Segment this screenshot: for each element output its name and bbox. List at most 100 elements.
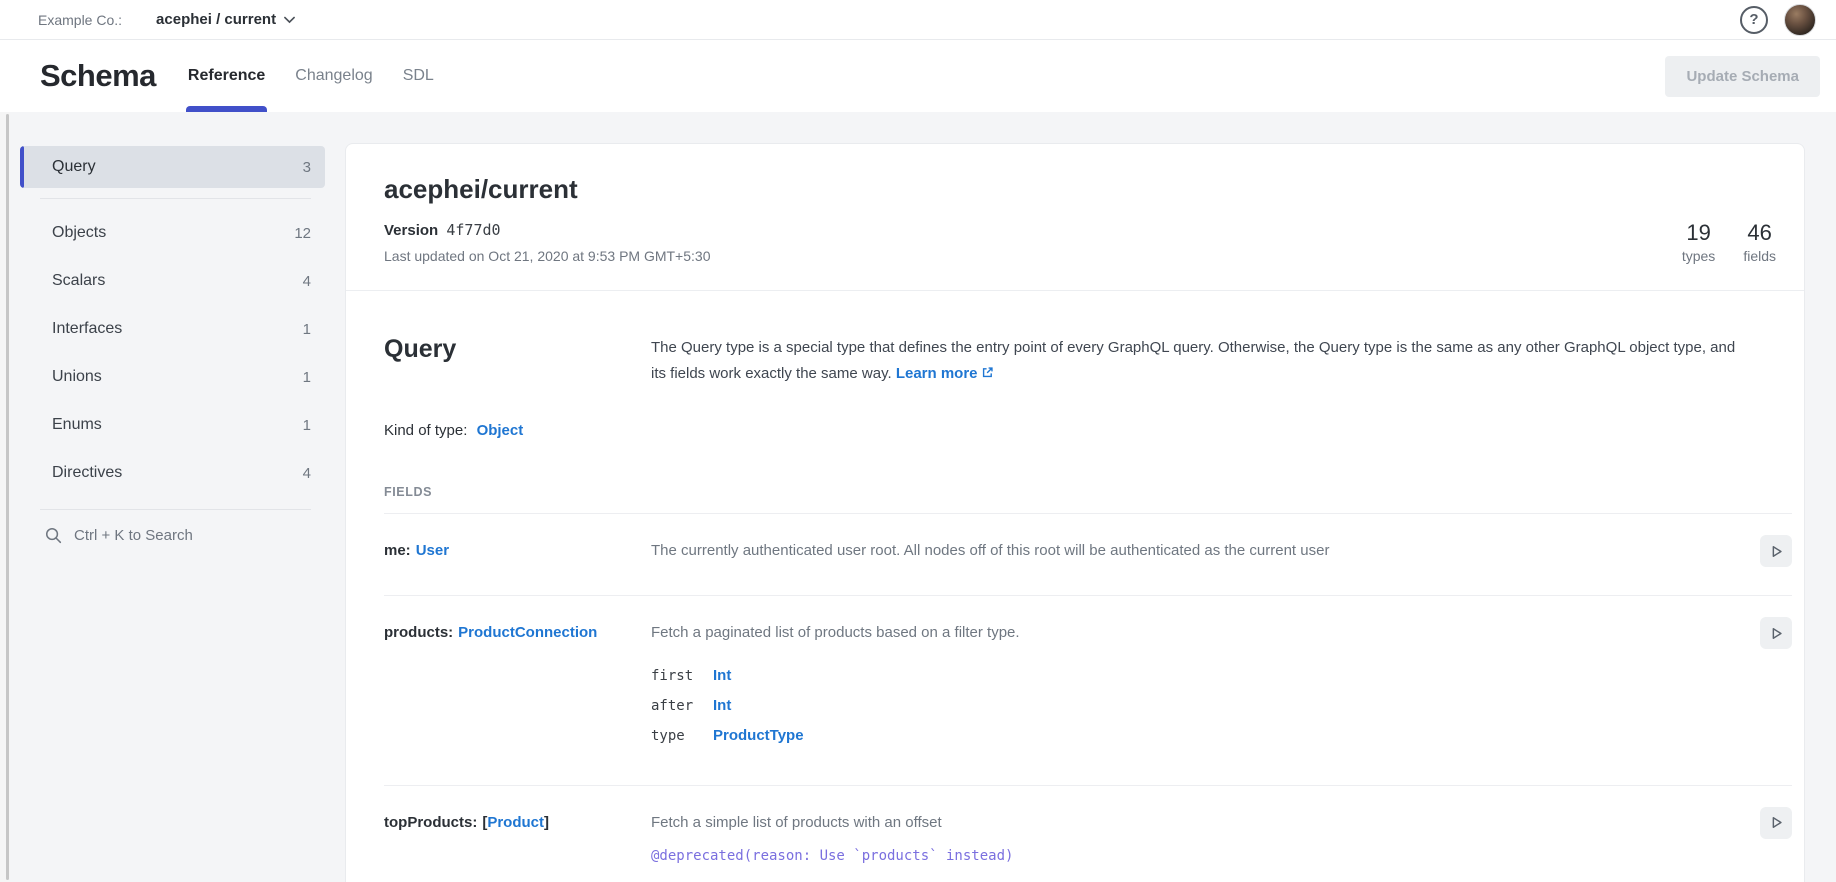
- search-icon: [44, 526, 63, 545]
- field-type-link[interactable]: User: [416, 542, 449, 559]
- schema-sidebar: Query 3 Objects 12 Scalars 4 Interfaces …: [20, 112, 325, 882]
- field-name-label: me:: [384, 542, 411, 559]
- sidebar-divider: [40, 198, 311, 199]
- sidebar-item[interactable]: Directives 4: [20, 449, 325, 497]
- kind-of-type-row: Kind of type: Object: [384, 422, 1766, 439]
- field-deprecated-tag: @deprecated(reason: Use `products` inste…: [651, 848, 1736, 864]
- field-action: [1760, 540, 1792, 567]
- field-row: topProducts:[Product] Fetch a simple lis…: [384, 786, 1792, 882]
- stat-label: types: [1682, 248, 1715, 264]
- run-query-button[interactable]: [1760, 807, 1792, 839]
- sidebar-item-label: Scalars: [52, 272, 105, 290]
- type-summary: Query The Query type is a special type t…: [384, 335, 1766, 386]
- sidebar-item[interactable]: Enums 1: [20, 401, 325, 449]
- field-row: products: ProductConnection Fetch a pagin…: [384, 596, 1792, 786]
- schema-stats: 19 types 46 fields: [1682, 220, 1776, 264]
- sidebar-item-count: 1: [303, 369, 311, 386]
- version-label: Version: [384, 222, 438, 239]
- field-args: first Int after Int type ProductType: [651, 667, 1736, 744]
- learn-more-link[interactable]: Learn more: [896, 365, 994, 382]
- stat-label: fields: [1743, 248, 1776, 264]
- field-description: Fetch a paginated list of products based…: [651, 622, 1736, 645]
- sidebar-item-label: Enums: [52, 416, 102, 434]
- page-title: Schema: [40, 58, 156, 94]
- last-updated: Last updated on Oct 21, 2020 at 9:53 PM …: [384, 248, 710, 264]
- version-value: 4f77d0: [446, 221, 500, 239]
- sidebar-item[interactable]: Unions 1: [20, 353, 325, 401]
- field-name-label: topProducts:: [384, 814, 477, 831]
- tab[interactable]: Reference: [188, 40, 265, 112]
- schema-search[interactable]: Ctrl + K to Search: [20, 526, 325, 545]
- argument-type-link[interactable]: Int: [713, 697, 731, 714]
- chevron-down-icon: [284, 16, 295, 24]
- stat-block: 19 types: [1682, 220, 1715, 264]
- stat-value: 19: [1682, 220, 1715, 246]
- field-body: Fetch a paginated list of products based…: [651, 622, 1736, 757]
- kind-object-link[interactable]: Object: [477, 422, 524, 439]
- help-icon[interactable]: ?: [1740, 6, 1768, 34]
- argument-name: type: [651, 728, 713, 744]
- schema-reference-card: acephei/current Version 4f77d0 Last upda…: [345, 143, 1805, 882]
- fields-list: me: User The currently authenticated user…: [384, 513, 1792, 882]
- update-schema-button[interactable]: Update Schema: [1665, 56, 1820, 97]
- sidebar-item[interactable]: Scalars 4: [20, 257, 325, 305]
- field-row: me: User The currently authenticated user…: [384, 514, 1792, 596]
- field-body: Fetch a simple list of products with an …: [651, 812, 1736, 882]
- tab[interactable]: Changelog: [295, 40, 372, 112]
- graph-selector[interactable]: acephei / current: [156, 11, 295, 28]
- sidebar-item-count: 1: [303, 321, 311, 338]
- sidebar-type-list: Objects 12 Scalars 4 Interfaces 1 Unions…: [20, 209, 325, 497]
- card-header: acephei/current Version 4f77d0 Last upda…: [346, 144, 1804, 290]
- stat-value: 46: [1743, 220, 1776, 246]
- type-name: Query: [384, 335, 651, 364]
- field-description: The currently authenticated user root. A…: [651, 540, 1736, 563]
- tab[interactable]: SDL: [403, 40, 434, 112]
- field-type-link[interactable]: Product: [487, 814, 544, 831]
- field-action: [1760, 622, 1792, 649]
- argument-row: first Int: [651, 667, 1736, 684]
- type-suffix: ]: [544, 814, 549, 831]
- fields-heading: FIELDS: [384, 485, 1766, 499]
- sidebar-item-label: Query: [52, 158, 96, 176]
- kind-label: Kind of type:: [384, 422, 467, 439]
- sidebar-primary-list: Query 3: [20, 146, 325, 188]
- run-query-button[interactable]: [1760, 617, 1792, 649]
- sidebar-item-label: Directives: [52, 464, 122, 482]
- learn-more-label: Learn more: [896, 365, 978, 382]
- run-query-button[interactable]: [1760, 535, 1792, 567]
- user-avatar[interactable]: [1784, 4, 1816, 36]
- argument-name: after: [651, 698, 713, 714]
- field-name-label: products:: [384, 624, 453, 641]
- top-bar: Example Co.: acephei / current ?: [0, 0, 1836, 40]
- argument-type-link[interactable]: ProductType: [713, 727, 804, 744]
- sidebar-item[interactable]: Interfaces 1: [20, 305, 325, 353]
- argument-row: after Int: [651, 697, 1736, 714]
- graph-meta: acephei/current Version 4f77d0 Last upda…: [384, 174, 710, 264]
- sidebar-item-label: Objects: [52, 224, 106, 242]
- field-type-link[interactable]: ProductConnection: [458, 624, 597, 641]
- graph-selector-label: acephei / current: [156, 11, 276, 28]
- tab-label: Changelog: [295, 67, 372, 85]
- play-icon: [1768, 814, 1785, 831]
- argument-row: type ProductType: [651, 727, 1736, 744]
- play-icon: [1768, 625, 1785, 642]
- sidebar-item-count: 4: [303, 465, 311, 482]
- left-scrollbar[interactable]: [0, 112, 10, 882]
- sidebar-item[interactable]: Query 3: [20, 146, 325, 188]
- tab-label: SDL: [403, 67, 434, 85]
- page-header: Schema Reference Changelog SDL Update Sc…: [0, 40, 1836, 112]
- scrollbar-thumb[interactable]: [6, 114, 9, 880]
- sidebar-item-count: 4: [303, 273, 311, 290]
- type-description: The Query type is a special type that de…: [651, 335, 1766, 386]
- sidebar-item-count: 12: [294, 225, 311, 242]
- argument-name: first: [651, 668, 713, 684]
- page-body: Query 3 Objects 12 Scalars 4 Interfaces …: [0, 112, 1836, 882]
- sidebar-item-label: Unions: [52, 368, 102, 386]
- field-name: topProducts:[Product]: [384, 812, 651, 834]
- field-action: [1760, 812, 1792, 839]
- sidebar-item[interactable]: Objects 12: [20, 209, 325, 257]
- argument-type-link[interactable]: Int: [713, 667, 731, 684]
- field-body: The currently authenticated user root. A…: [651, 540, 1736, 563]
- version-line: Version 4f77d0: [384, 221, 710, 239]
- stat-block: 46 fields: [1743, 220, 1776, 264]
